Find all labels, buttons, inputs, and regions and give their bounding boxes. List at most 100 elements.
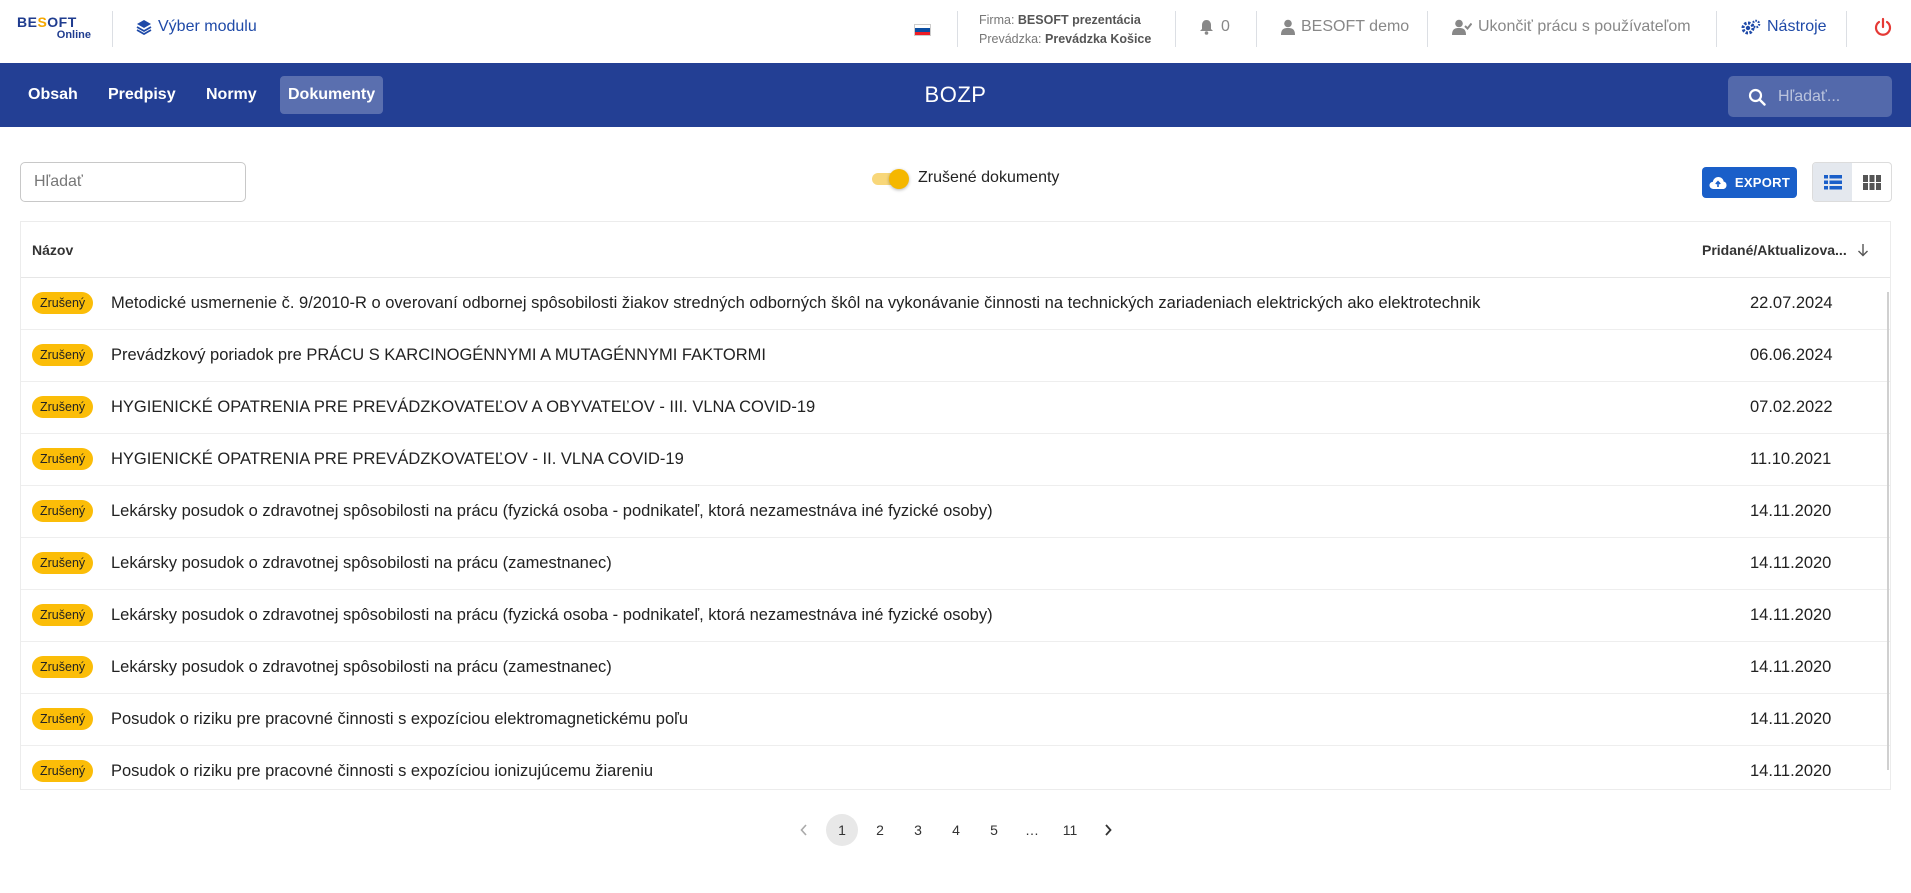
table-row[interactable]: Zrušený HYGIENICKÉ OPATRENIA PRE PREVÁDZ… bbox=[21, 434, 1890, 486]
table-row[interactable]: Zrušený Lekársky posudok o zdravotnej sp… bbox=[21, 486, 1890, 538]
divider bbox=[1427, 11, 1428, 47]
pagination-page[interactable]: 4 bbox=[940, 814, 972, 846]
page-title: BOZP bbox=[924, 82, 987, 107]
layers-icon bbox=[136, 20, 152, 35]
global-search-input[interactable] bbox=[1778, 87, 1888, 106]
firm-value: BESOFT prezentácia bbox=[1017, 13, 1141, 27]
table-row[interactable]: Zrušený Metodické usmernenie č. 9/2010-R… bbox=[21, 278, 1890, 330]
module-selector-label: Výber modulu bbox=[158, 18, 257, 35]
cancelled-documents-toggle[interactable]: Zrušené dokumenty bbox=[872, 168, 1060, 189]
status-badge: Zrušený bbox=[32, 760, 94, 782]
list-icon bbox=[1823, 174, 1842, 189]
status-badge: Zrušený bbox=[32, 500, 94, 522]
divider bbox=[1846, 11, 1847, 47]
status-badge: Zrušený bbox=[32, 604, 94, 626]
divider bbox=[1256, 11, 1257, 47]
table-row[interactable]: Zrušený Lekársky posudok o zdravotnej sp… bbox=[21, 642, 1890, 694]
list-view-button[interactable] bbox=[1813, 163, 1852, 201]
table-scrollbar[interactable] bbox=[1887, 292, 1889, 770]
grid-view-button[interactable] bbox=[1852, 163, 1891, 201]
user-check-icon bbox=[1452, 19, 1472, 35]
table-header: Názov Pridané/Aktualizova... bbox=[21, 222, 1890, 278]
pagination-page[interactable]: 2 bbox=[864, 814, 896, 846]
export-label: EXPORT bbox=[1734, 175, 1791, 190]
documents-table: Názov Pridané/Aktualizova... Zrušený Met… bbox=[20, 221, 1891, 790]
document-name[interactable]: Posudok o riziku pre pracovné činnosti s… bbox=[111, 762, 653, 781]
notifications-button[interactable]: 0 bbox=[1199, 18, 1230, 36]
document-name[interactable]: Lekársky posudok o zdravotnej spôsobilos… bbox=[111, 658, 612, 677]
document-date: 22.07.2024 bbox=[1750, 294, 1833, 312]
main-nav-bar: Obsah Predpisy Normy Dokumenty BOZP bbox=[0, 63, 1911, 127]
chevron-right-icon bbox=[1105, 824, 1112, 836]
status-badge: Zrušený bbox=[32, 344, 94, 366]
status-badge: Zrušený bbox=[32, 448, 94, 470]
firm-label: Firma: bbox=[979, 13, 1015, 27]
global-search[interactable] bbox=[1728, 76, 1892, 117]
pagination-next-button[interactable] bbox=[1092, 814, 1124, 846]
document-name[interactable]: Lekársky posudok o zdravotnej spôsobilos… bbox=[111, 554, 612, 573]
cloud-upload-icon bbox=[1709, 176, 1727, 189]
document-name[interactable]: HYGIENICKÉ OPATRENIA PRE PREVÁDZKOVATEĽO… bbox=[111, 450, 684, 469]
table-row[interactable]: Zrušený Lekársky posudok o zdravotnej sp… bbox=[21, 538, 1890, 590]
status-badge: Zrušený bbox=[32, 708, 94, 730]
pagination-prev-button[interactable] bbox=[788, 814, 820, 846]
document-date: 06.06.2024 bbox=[1750, 346, 1833, 364]
export-button[interactable]: EXPORT bbox=[1702, 167, 1797, 198]
document-name[interactable]: HYGIENICKÉ OPATRENIA PRE PREVÁDZKOVATEĽO… bbox=[111, 398, 815, 417]
user-name: BESOFT demo bbox=[1301, 18, 1410, 35]
user-menu[interactable]: BESOFT demo bbox=[1281, 18, 1409, 36]
status-badge: Zrušený bbox=[32, 552, 94, 574]
bell-icon bbox=[1200, 20, 1213, 35]
divider bbox=[1716, 11, 1717, 47]
notifications-count: 0 bbox=[1221, 18, 1230, 35]
module-selector-button[interactable]: Výber modulu bbox=[136, 18, 257, 36]
document-name[interactable]: Lekársky posudok o zdravotnej spôsobilos… bbox=[111, 502, 993, 521]
column-header-date[interactable]: Pridané/Aktualizova... bbox=[1702, 242, 1869, 258]
pagination-page[interactable]: 5 bbox=[978, 814, 1010, 846]
pagination-page[interactable]: 3 bbox=[902, 814, 934, 846]
table-row[interactable]: Zrušený Lekársky posudok o zdravotnej sp… bbox=[21, 590, 1890, 642]
user-icon bbox=[1281, 19, 1295, 35]
document-search-input[interactable] bbox=[20, 162, 246, 202]
document-date: 14.11.2020 bbox=[1750, 606, 1832, 624]
status-badge: Zrušený bbox=[32, 656, 94, 678]
besoft-logo[interactable]: BESOFT Online bbox=[17, 15, 91, 43]
tools-button[interactable]: Nástroje bbox=[1741, 18, 1827, 36]
document-name[interactable]: Metodické usmernenie č. 9/2010-R o overo… bbox=[111, 294, 1480, 313]
toggle-switch[interactable] bbox=[872, 168, 909, 189]
document-date: 14.11.2020 bbox=[1750, 710, 1832, 728]
document-date: 14.11.2020 bbox=[1750, 762, 1832, 780]
sort-descending-icon bbox=[1857, 244, 1868, 257]
branch-label: Prevádzka: bbox=[979, 32, 1042, 46]
divider bbox=[112, 11, 113, 47]
document-date: 07.02.2022 bbox=[1750, 398, 1833, 416]
grid-icon bbox=[1862, 174, 1881, 190]
chevron-left-icon bbox=[800, 824, 807, 836]
tools-label: Nástroje bbox=[1767, 18, 1827, 35]
table-row[interactable]: Zrušený Posudok o riziku pre pracovné či… bbox=[21, 694, 1890, 746]
pagination-page[interactable]: 11 bbox=[1054, 814, 1086, 846]
top-bar: BESOFT Online Výber modulu Firma: BESOFT… bbox=[0, 0, 1911, 63]
column-header-date-label: Pridané/Aktualizova... bbox=[1702, 242, 1847, 258]
end-user-session-label: Ukončiť prácu s používateľom bbox=[1478, 18, 1691, 35]
pagination-page[interactable]: 1 bbox=[826, 814, 858, 846]
document-date: 14.11.2020 bbox=[1750, 658, 1832, 676]
column-header-name[interactable]: Názov bbox=[32, 242, 73, 258]
end-user-session-button[interactable]: Ukončiť prácu s používateľom bbox=[1452, 18, 1691, 36]
document-date: 11.10.2021 bbox=[1750, 450, 1832, 468]
document-name[interactable]: Lekársky posudok o zdravotnej spôsobilos… bbox=[111, 606, 993, 625]
table-row[interactable]: Zrušený Posudok o riziku pre pracovné či… bbox=[21, 746, 1890, 790]
view-toggle-group bbox=[1812, 162, 1892, 202]
toggle-label: Zrušené dokumenty bbox=[918, 169, 1060, 186]
gears-icon bbox=[1741, 19, 1761, 35]
logout-button[interactable] bbox=[1874, 17, 1892, 42]
search-icon bbox=[1748, 88, 1766, 106]
document-name[interactable]: Prevádzkový poriadok pre PRÁCU S KARCINO… bbox=[111, 346, 766, 365]
firm-info[interactable]: Firma: BESOFT prezentácia Prevádzka: Pre… bbox=[979, 11, 1151, 49]
table-row[interactable]: Zrušený HYGIENICKÉ OPATRENIA PRE PREVÁDZ… bbox=[21, 382, 1890, 434]
table-row[interactable]: Zrušený Prevádzkový poriadok pre PRÁCU S… bbox=[21, 330, 1890, 382]
language-flag-icon[interactable] bbox=[914, 24, 931, 36]
document-name[interactable]: Posudok o riziku pre pracovné činnosti s… bbox=[111, 710, 688, 729]
pagination: 1 2 3 4 5 … 11 bbox=[0, 814, 1911, 846]
divider bbox=[957, 11, 958, 47]
